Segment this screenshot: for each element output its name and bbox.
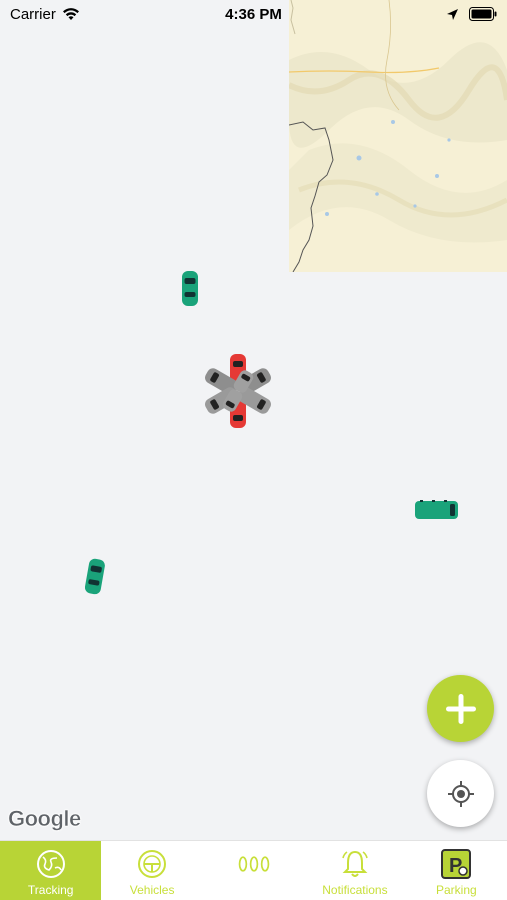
status-right: [446, 7, 497, 21]
map-view[interactable]: Google: [0, 0, 507, 840]
steering-wheel-icon: [135, 847, 169, 881]
crosshair-icon: [447, 780, 474, 807]
parking-icon: P: [439, 847, 473, 881]
tab-notifications[interactable]: Notifications: [304, 841, 405, 900]
bottom-tab-bar: Tracking Vehicles Notifications P Parkin…: [0, 840, 507, 900]
bell-icon: [338, 847, 372, 881]
tab-label: Vehicles: [129, 883, 175, 897]
my-location-button[interactable]: [427, 760, 494, 827]
tab-label: Tracking: [27, 883, 74, 897]
wifi-icon: [62, 8, 79, 20]
tab-label: Notifications: [322, 883, 388, 897]
plus-icon: [445, 693, 476, 724]
location-arrow-icon: [447, 8, 458, 20]
terrain-map-tile: [287, 0, 507, 273]
tab-vehicles[interactable]: Vehicles: [101, 841, 202, 900]
tab-label: Parking: [435, 883, 477, 897]
vehicle-marker-car[interactable]: [181, 270, 199, 307]
vehicle-cluster[interactable]: [200, 350, 280, 432]
status-left: Carrier: [10, 6, 80, 23]
google-logo: Google: [8, 806, 82, 832]
battery-icon: [469, 7, 497, 21]
tab-parking[interactable]: P Parking: [406, 841, 507, 900]
tab-tires[interactable]: [203, 841, 304, 900]
vehicle-marker-bus[interactable]: [414, 499, 460, 521]
tire-icon: [237, 847, 271, 881]
tab-tracking[interactable]: Tracking: [0, 841, 102, 900]
globe-icon: [34, 847, 68, 881]
status-time: 4:36 PM: [225, 5, 282, 23]
status-bar: Carrier 4:36 PM: [0, 0, 507, 28]
vehicle-marker-car[interactable]: [85, 558, 105, 595]
carrier-label: Carrier: [10, 5, 56, 23]
add-button[interactable]: [427, 675, 494, 742]
